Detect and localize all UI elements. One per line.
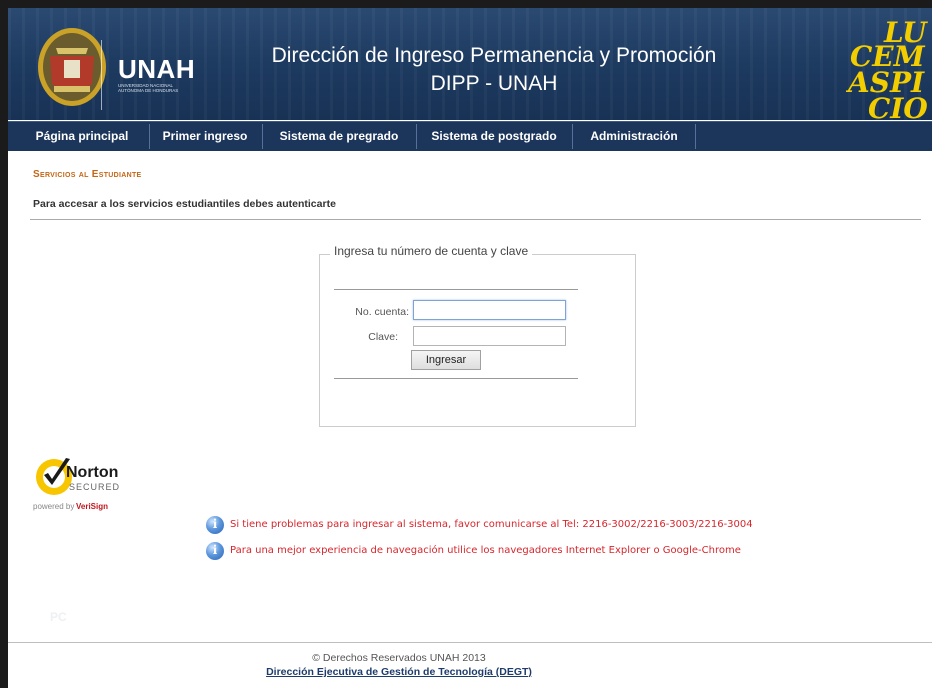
copyright: © Derechos Reservados UNAH 2013 bbox=[312, 652, 486, 664]
lucem-aspicio-motto: LU CEM ASPI CIO bbox=[846, 16, 928, 120]
badge-powered-by: powered by bbox=[33, 502, 74, 511]
login-divider-top bbox=[334, 289, 578, 290]
info-icon bbox=[206, 516, 224, 534]
section-title: Servicios al Estudiante bbox=[33, 169, 142, 180]
window-border-top bbox=[0, 0, 932, 8]
unah-logo-text[interactable]: UNAH bbox=[118, 54, 195, 85]
window-border-left bbox=[0, 0, 8, 688]
unah-seal-icon bbox=[38, 28, 106, 106]
account-label: No. cuenta: bbox=[355, 306, 409, 318]
nav-divider bbox=[416, 124, 417, 149]
faint-watermark: PC bbox=[50, 610, 67, 624]
nav-divider bbox=[572, 124, 573, 149]
nav-item-pagina-principal[interactable]: Página principal bbox=[22, 122, 142, 151]
nav-item-primer-ingreso[interactable]: Primer ingreso bbox=[150, 122, 260, 151]
nav-item-sistema-postgrado[interactable]: Sistema de postgrado bbox=[418, 122, 570, 151]
page-title: Dirección de Ingreso Permanencia y Promo… bbox=[271, 44, 717, 67]
unah-logo-subtitle: UNIVERSIDAD NACIONAL AUTÓNOMA DE HONDURA… bbox=[118, 83, 179, 93]
norton-secured: SECURED bbox=[69, 482, 120, 492]
norton-secured-badge[interactable]: Norton SECURED powered by VeriSign bbox=[32, 455, 142, 513]
notice-browser-text: Para una mejor experiencia de navegación… bbox=[230, 545, 741, 556]
norton-name: Norton bbox=[66, 464, 118, 481]
auth-instruction: Para accesar a los servicios estudiantil… bbox=[33, 198, 336, 210]
page: UNAH UNIVERSIDAD NACIONAL AUTÓNOMA DE HO… bbox=[8, 8, 932, 688]
nav-item-administracion[interactable]: Administración bbox=[574, 122, 694, 151]
nav-divider bbox=[695, 124, 696, 149]
main-nav: Página principal Primer ingreso Sistema … bbox=[8, 121, 932, 151]
login-button[interactable]: Ingresar bbox=[411, 350, 481, 370]
password-label: Clave: bbox=[368, 331, 398, 343]
nav-divider bbox=[262, 124, 263, 149]
login-divider-bottom bbox=[334, 378, 578, 379]
login-legend: Ingresa tu número de cuenta y clave bbox=[330, 244, 533, 258]
password-input[interactable] bbox=[413, 326, 566, 346]
info-icon bbox=[206, 542, 224, 560]
badge-provider: VeriSign bbox=[76, 502, 108, 511]
page-subtitle: DIPP - UNAH bbox=[430, 72, 558, 95]
section-divider bbox=[30, 219, 921, 220]
footer-link-container: Dirección Ejecutiva de Gestión de Tecnol… bbox=[8, 666, 790, 678]
footer-divider bbox=[8, 642, 932, 643]
nav-item-sistema-pregrado[interactable]: Sistema de pregrado bbox=[264, 122, 414, 151]
notice-support-text: Si tiene problemas para ingresar al sist… bbox=[230, 519, 753, 530]
account-number-input[interactable] bbox=[413, 300, 566, 320]
site-header: UNAH UNIVERSIDAD NACIONAL AUTÓNOMA DE HO… bbox=[8, 8, 932, 120]
motto-line-4: CIO bbox=[868, 92, 928, 120]
degt-link[interactable]: Dirección Ejecutiva de Gestión de Tecnol… bbox=[266, 666, 532, 678]
logo-divider bbox=[101, 40, 102, 110]
